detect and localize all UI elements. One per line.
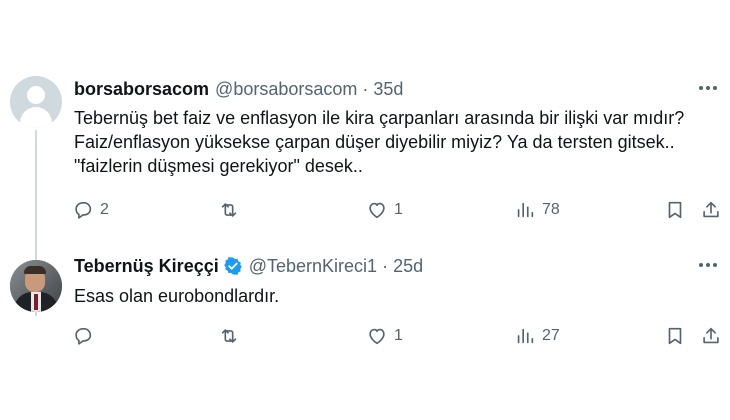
avatar-default[interactable] xyxy=(10,76,62,128)
action-bar: 1 27 xyxy=(72,324,724,348)
views-button[interactable]: 78 xyxy=(514,198,560,222)
display-name[interactable]: borsaborsacom xyxy=(74,79,209,100)
reply-button[interactable] xyxy=(72,324,100,348)
timestamp[interactable]: 25d xyxy=(393,256,423,277)
views-chart-icon xyxy=(517,328,534,344)
tweet-original[interactable]: borsaborsacom @borsaborsacom · 35d Teber… xyxy=(0,64,730,316)
reply-count: 2 xyxy=(100,201,109,218)
share-icon xyxy=(703,327,719,344)
tweet-text-line: Faiz/enflasyon yüksekse çarpan düşer diy… xyxy=(74,132,675,152)
more-horizontal-icon[interactable] xyxy=(696,80,720,96)
views-chart-icon xyxy=(517,202,534,218)
avatar-photo-hair xyxy=(24,266,46,274)
share-icon xyxy=(703,201,719,218)
retweet-button[interactable] xyxy=(218,198,246,222)
separator-dot: · xyxy=(362,78,369,99)
timestamp[interactable]: 35d xyxy=(373,79,403,100)
share-button[interactable] xyxy=(700,198,722,222)
tweet-text: Tebernüş bet faiz ve enflasyon ile kira … xyxy=(74,106,724,178)
views-count: 78 xyxy=(542,201,560,218)
share-button[interactable] xyxy=(700,324,722,348)
like-count: 1 xyxy=(394,327,403,344)
retweet-icon xyxy=(221,329,237,343)
bookmark-button[interactable] xyxy=(664,198,686,222)
user-handle[interactable]: @borsaborsacom xyxy=(215,79,357,100)
views-count: 27 xyxy=(542,327,560,344)
bookmark-button[interactable] xyxy=(664,324,686,348)
bookmark-icon xyxy=(668,327,682,345)
separator-dot: · xyxy=(382,255,389,276)
like-count: 1 xyxy=(394,201,403,218)
tweet-header: Tebernüş Kireççi @TebernKireci1 · 25d xyxy=(74,254,423,278)
views-button[interactable]: 27 xyxy=(514,324,560,348)
heart-icon xyxy=(369,202,385,219)
reply-icon xyxy=(75,328,92,345)
heart-icon xyxy=(369,328,385,345)
tweet-text-line: Esas olan eurobondlardır. xyxy=(74,286,280,306)
display-name[interactable]: Tebernüş Kireççi xyxy=(74,256,219,277)
reply-icon xyxy=(75,202,92,219)
tweet-text-line: "faizlerin düşmesi gerekiyor" desek.. xyxy=(74,156,363,176)
like-button[interactable]: 1 xyxy=(366,324,403,348)
more-horizontal-icon[interactable] xyxy=(696,257,720,273)
avatar-body-shape xyxy=(20,107,52,128)
tweet-text-line: Tebernüş bet faiz ve enflasyon ile kira … xyxy=(74,108,685,128)
avatar-head-shape xyxy=(27,86,45,104)
bookmark-icon xyxy=(668,201,682,219)
like-button[interactable]: 1 xyxy=(366,198,403,222)
tweet-reply[interactable]: Tebernüş Kireççi @TebernKireci1 · 25d Es… xyxy=(0,248,730,360)
retweet-icon xyxy=(221,203,237,217)
tweet-header: borsaborsacom @borsaborsacom · 35d xyxy=(74,77,403,101)
reply-button[interactable]: 2 xyxy=(72,198,109,222)
tweet-text: Esas olan eurobondlardır. xyxy=(74,284,724,308)
user-handle[interactable]: @TebernKireci1 xyxy=(249,256,377,277)
action-bar: 2 1 78 xyxy=(72,198,724,222)
avatar-photo[interactable] xyxy=(10,260,62,312)
verified-badge-icon xyxy=(223,256,243,276)
retweet-button[interactable] xyxy=(218,324,246,348)
avatar-photo-tie xyxy=(34,294,38,310)
